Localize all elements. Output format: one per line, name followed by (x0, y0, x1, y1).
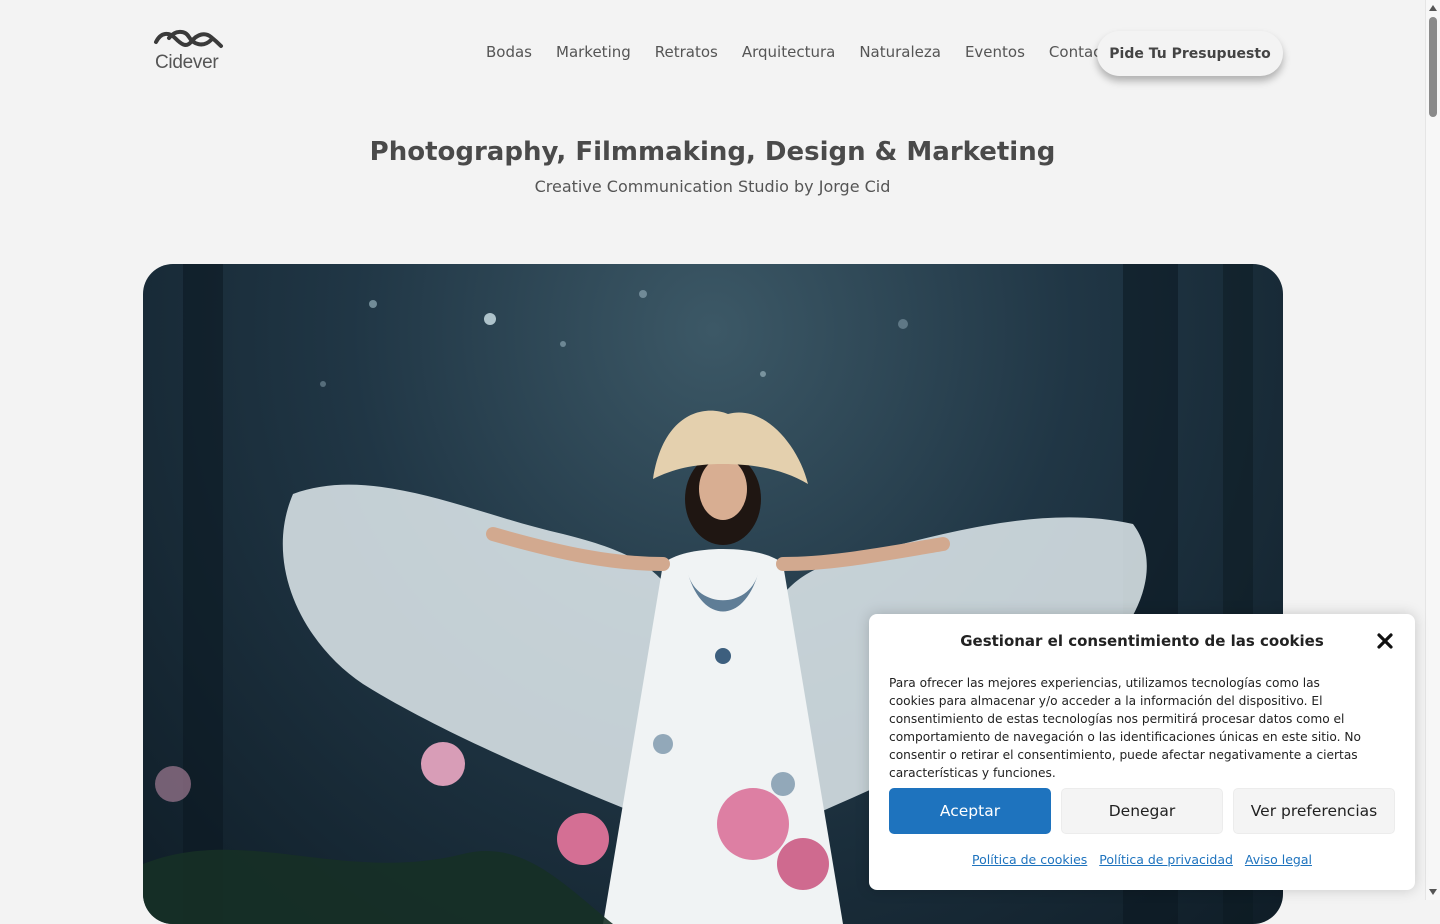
page-subtitle: Creative Communication Studio by Jorge C… (534, 177, 891, 196)
cookie-consent-dialog: Gestionar el consentimiento de las cooki… (869, 614, 1415, 890)
nav-item-marketing[interactable]: Marketing (556, 43, 631, 61)
cookie-dialog-links: Política de cookies Política de privacid… (869, 852, 1415, 867)
view-preferences-button[interactable]: Ver preferencias (1233, 788, 1395, 834)
nav-item-retratos[interactable]: Retratos (655, 43, 718, 61)
deny-cookies-button[interactable]: Denegar (1061, 788, 1223, 834)
infinity-logo-icon (154, 29, 223, 48)
scrollbar-thumb[interactable] (1429, 17, 1437, 117)
nav-item-eventos[interactable]: Eventos (965, 43, 1025, 61)
cidever-logo[interactable]: Cidever (153, 28, 225, 74)
scroll-up-arrow-icon[interactable] (1429, 5, 1437, 11)
page-scrollbar[interactable] (1425, 0, 1440, 900)
scroll-down-arrow-icon[interactable] (1429, 889, 1437, 895)
logo-text: Cidever (155, 52, 219, 73)
cookie-policy-link[interactable]: Política de cookies (972, 852, 1087, 867)
nav-item-bodas[interactable]: Bodas (486, 43, 532, 61)
legal-notice-link[interactable]: Aviso legal (1245, 852, 1312, 867)
page-title: Photography, Filmmaking, Design & Market… (369, 137, 1056, 167)
nav-item-arquitectura[interactable]: Arquitectura (742, 43, 835, 61)
nav-item-naturaleza[interactable]: Naturaleza (859, 43, 941, 61)
privacy-policy-link[interactable]: Política de privacidad (1099, 852, 1233, 867)
accept-cookies-button[interactable]: Aceptar (889, 788, 1051, 834)
close-icon[interactable] (1375, 631, 1395, 651)
cookie-dialog-title: Gestionar el consentimiento de las cooki… (960, 632, 1324, 650)
cookie-dialog-text: Para ofrecer las mejores experiencias, u… (889, 676, 1361, 780)
quote-request-button[interactable]: Pide Tu Presupuesto (1097, 31, 1283, 76)
main-nav: Bodas Marketing Retratos Arquitectura Na… (486, 43, 1140, 61)
